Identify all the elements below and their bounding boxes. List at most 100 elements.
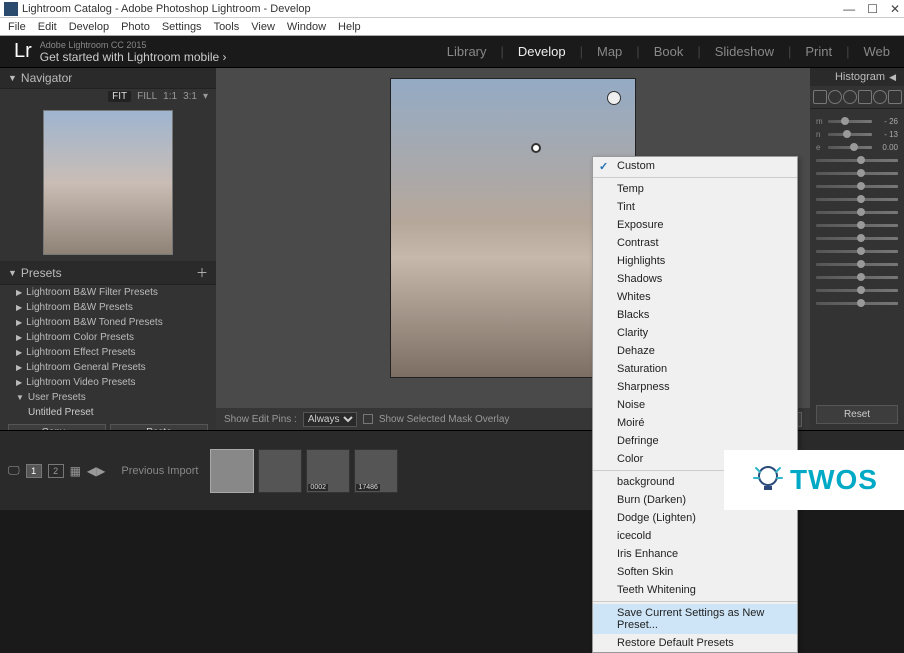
second-monitor-icon[interactable]: 🖵 (8, 463, 20, 478)
slider[interactable] (816, 263, 898, 266)
menu-item[interactable]: Shadows (593, 270, 797, 288)
temp-slider[interactable] (828, 120, 872, 123)
nav-back-icon[interactable]: ◀▶ (87, 464, 105, 478)
menu-item[interactable]: Exposure (593, 216, 797, 234)
filmstrip-thumb[interactable] (210, 449, 254, 493)
slider[interactable] (816, 211, 898, 214)
menu-item[interactable]: Noise (593, 396, 797, 414)
menu-item[interactable]: Whites (593, 288, 797, 306)
exposure-slider[interactable] (828, 146, 872, 149)
slider[interactable] (816, 185, 898, 188)
menu-item[interactable]: Sharpness (593, 378, 797, 396)
preset-folder[interactable]: ▶Lightroom B&W Presets (0, 300, 216, 315)
nav-fill[interactable]: FILL (137, 91, 157, 102)
radial-tool-icon[interactable] (873, 90, 887, 104)
close-icon[interactable]: ✕ (890, 2, 900, 16)
slider[interactable] (816, 237, 898, 240)
module-book[interactable]: Book (654, 44, 684, 59)
menu-item[interactable]: Dodge (Lighten) (593, 509, 797, 527)
menu-view[interactable]: View (245, 21, 281, 33)
slider[interactable] (816, 198, 898, 201)
menu-item[interactable]: Saturation (593, 360, 797, 378)
menu-tools[interactable]: Tools (208, 21, 246, 33)
menu-help[interactable]: Help (332, 21, 367, 33)
menu-item[interactable]: icecold (593, 527, 797, 545)
module-web[interactable]: Web (864, 44, 891, 59)
adjustment-pin-selected[interactable] (531, 143, 541, 153)
navigator-header[interactable]: ▼ Navigator (0, 68, 216, 89)
menu-item[interactable]: Defringe (593, 432, 797, 450)
slider[interactable] (816, 250, 898, 253)
preset-folder[interactable]: ▶Lightroom Effect Presets (0, 345, 216, 360)
grid-icon[interactable]: ▦ (70, 464, 81, 478)
add-preset-icon[interactable]: ＋ (196, 264, 208, 281)
copy-button[interactable]: Copy... (8, 424, 106, 430)
menu-settings[interactable]: Settings (156, 21, 208, 33)
menu-item-custom[interactable]: Custom (593, 157, 797, 175)
adjustment-pin[interactable] (607, 91, 621, 105)
tint-slider[interactable] (828, 133, 872, 136)
preset-folder[interactable]: ▶Lightroom Color Presets (0, 330, 216, 345)
preset-item[interactable]: Untitled Preset (0, 405, 216, 420)
menu-item[interactable]: Iris Enhance (593, 545, 797, 563)
nav-fit[interactable]: FIT (108, 91, 131, 102)
mask-overlay-checkbox[interactable] (363, 414, 373, 424)
slider[interactable] (816, 276, 898, 279)
histogram-header[interactable]: Histogram◀ (810, 68, 904, 86)
menu-develop[interactable]: Develop (63, 21, 115, 33)
preset-folder[interactable]: ▶Lightroom B&W Toned Presets (0, 315, 216, 330)
preset-folder-user[interactable]: ▼User Presets (0, 390, 216, 405)
menu-item[interactable]: Teeth Whitening (593, 581, 797, 599)
module-print[interactable]: Print (805, 44, 832, 59)
menu-photo[interactable]: Photo (115, 21, 156, 33)
menu-item[interactable]: Tint (593, 198, 797, 216)
filmstrip-thumb[interactable]: 0002 (306, 449, 350, 493)
preset-folder[interactable]: ▶Lightroom B&W Filter Presets (0, 285, 216, 300)
slider[interactable] (816, 159, 898, 162)
filmstrip-thumb[interactable]: 17486 (354, 449, 398, 493)
nav-zoom-popup-icon[interactable]: ▾ (203, 91, 208, 102)
slider[interactable] (816, 172, 898, 175)
module-develop[interactable]: Develop (518, 44, 566, 59)
menu-file[interactable]: File (2, 21, 32, 33)
module-library[interactable]: Library (447, 44, 487, 59)
menu-item[interactable]: Blacks (593, 306, 797, 324)
preset-folder[interactable]: ▶Lightroom Video Presets (0, 375, 216, 390)
module-map[interactable]: Map (597, 44, 622, 59)
navigator-preview[interactable] (43, 110, 173, 255)
paste-button[interactable]: Paste (110, 424, 208, 430)
menu-item[interactable]: Temp (593, 180, 797, 198)
menu-edit[interactable]: Edit (32, 21, 63, 33)
menu-item[interactable]: Dehaze (593, 342, 797, 360)
edit-pins-select[interactable]: Always (303, 412, 357, 427)
slider[interactable] (816, 224, 898, 227)
slider[interactable] (816, 302, 898, 305)
menu-item[interactable]: Moiré (593, 414, 797, 432)
maximize-icon[interactable]: ☐ (867, 2, 878, 16)
nav-1to1[interactable]: 1:1 (163, 91, 177, 102)
crop-tool-icon[interactable] (813, 90, 827, 104)
menu-item[interactable]: Contrast (593, 234, 797, 252)
filmstrip-thumb[interactable] (258, 449, 302, 493)
menu-item[interactable]: Highlights (593, 252, 797, 270)
module-slideshow[interactable]: Slideshow (715, 44, 774, 59)
brush-tool-icon[interactable] (888, 90, 902, 104)
grad-tool-icon[interactable] (858, 90, 872, 104)
slider[interactable] (816, 289, 898, 292)
preset-folder[interactable]: ▶Lightroom General Presets (0, 360, 216, 375)
grid-view-1[interactable]: 1 (26, 464, 42, 478)
menu-item[interactable]: Clarity (593, 324, 797, 342)
presets-header[interactable]: ▼ Presets ＋ (0, 261, 216, 285)
nav-3to1[interactable]: 3:1 (183, 91, 197, 102)
menu-item[interactable]: Soften Skin (593, 563, 797, 581)
reset-button[interactable]: Reset (816, 405, 898, 424)
identity-tagline[interactable]: Get started with Lightroom mobile › (40, 50, 227, 64)
menu-item-restore[interactable]: Restore Default Presets (593, 634, 797, 652)
source-label[interactable]: Previous Import (121, 465, 198, 477)
redeye-tool-icon[interactable] (843, 90, 857, 104)
grid-view-2[interactable]: 2 (48, 464, 64, 478)
spot-tool-icon[interactable] (828, 90, 842, 104)
menu-window[interactable]: Window (281, 21, 332, 33)
minimize-icon[interactable]: — (843, 2, 855, 16)
menu-item-save-preset[interactable]: Save Current Settings as New Preset... (593, 604, 797, 634)
